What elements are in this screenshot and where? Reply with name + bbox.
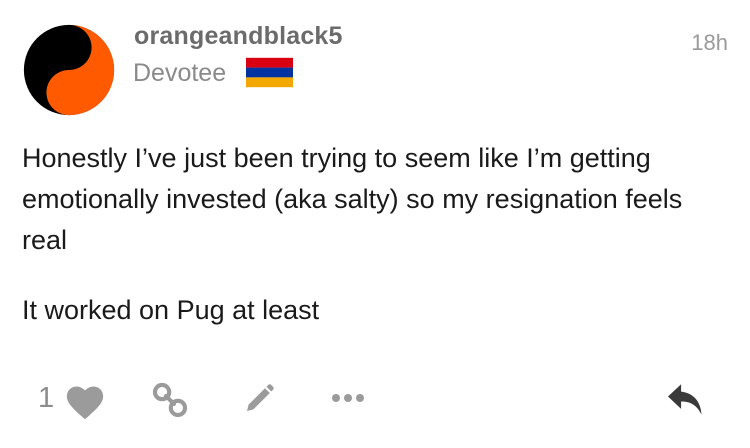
post-actions: 1 xyxy=(0,376,750,426)
armenia-flag-icon xyxy=(246,57,293,88)
post-paragraph: It worked on Pug at least xyxy=(22,295,320,325)
reply-icon[interactable] xyxy=(666,381,706,417)
heart-icon[interactable] xyxy=(64,383,106,421)
post: orangeandblack5 Devotee 18h Honestly I’v… xyxy=(0,0,750,448)
post-timestamp[interactable]: 18h xyxy=(691,30,728,56)
pencil-icon[interactable] xyxy=(243,381,275,417)
ellipsis-icon[interactable] xyxy=(331,390,365,406)
post-body: Honestly I’ve just been trying to seem l… xyxy=(22,138,732,360)
post-paragraph: Honestly I’ve just been trying to seem l… xyxy=(22,143,683,255)
user-avatar[interactable] xyxy=(22,23,116,117)
like-count[interactable]: 1 xyxy=(38,382,54,415)
link-icon[interactable] xyxy=(151,381,189,419)
user-title: Devotee xyxy=(133,59,227,87)
username[interactable]: orangeandblack5 xyxy=(134,22,343,51)
